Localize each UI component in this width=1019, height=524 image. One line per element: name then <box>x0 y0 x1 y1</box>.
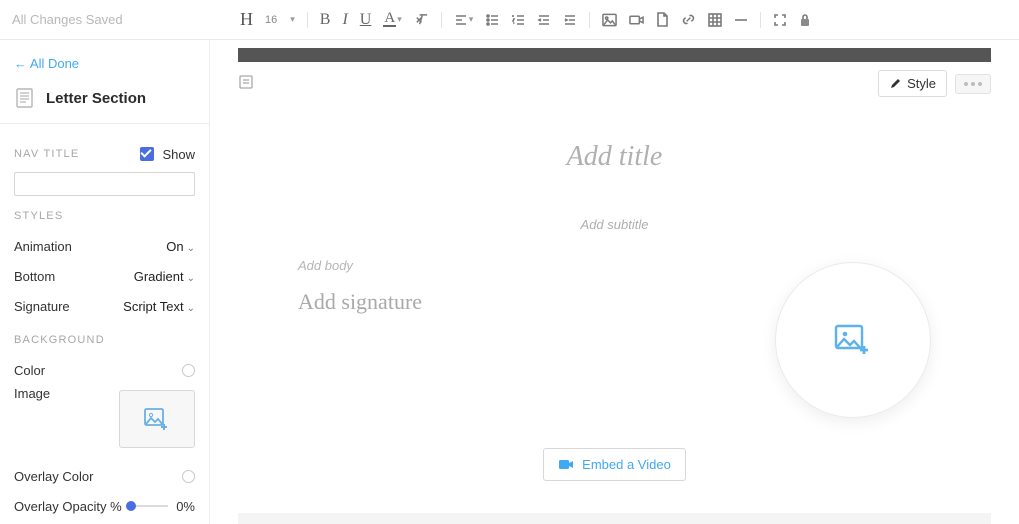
signature-label: Signature <box>14 299 70 314</box>
bullet-list-button[interactable] <box>485 13 499 27</box>
more-menu-button[interactable] <box>955 74 991 94</box>
bottom-label: Bottom <box>14 269 55 284</box>
color-swatch-empty <box>182 470 195 483</box>
signature-value: Script Text <box>123 299 183 314</box>
link-button[interactable] <box>681 12 696 27</box>
pencil-icon <box>889 78 901 90</box>
sidebar: ← All Done Letter Section NAV TITLE Show <box>0 40 210 524</box>
bold-button[interactable]: B <box>320 11 331 29</box>
add-image-icon <box>143 407 171 431</box>
body-placeholder[interactable]: Add body <box>298 258 735 273</box>
toolbar: H 16 ▾ B I U A▾ ▾ <box>210 9 1019 30</box>
video-icon <box>558 458 574 471</box>
bg-color-label: Color <box>14 363 45 378</box>
editor-area[interactable]: Style Add title Add subtitle Add body Ad… <box>210 40 1019 524</box>
bg-color-picker[interactable]: Color <box>14 356 195 384</box>
animation-select[interactable]: Animation On ⌄ <box>14 232 195 260</box>
bg-image-picker[interactable] <box>119 390 195 448</box>
overlay-color-label: Overlay Color <box>14 469 93 484</box>
file-button[interactable] <box>656 12 669 27</box>
back-link[interactable]: ← All Done <box>14 50 79 77</box>
text-color-button[interactable]: A▾ <box>383 12 401 27</box>
save-status-label: All Changes Saved <box>0 12 210 27</box>
lock-button[interactable] <box>799 13 811 27</box>
indent-less-button[interactable] <box>537 13 551 27</box>
image-button[interactable] <box>602 13 617 27</box>
heading-dropdown[interactable]: H <box>240 9 253 30</box>
style-button-label: Style <box>907 76 936 91</box>
fullscreen-button[interactable] <box>773 13 787 27</box>
styles-group-label: STYLES <box>14 210 195 222</box>
slider-thumb[interactable] <box>126 501 136 511</box>
color-swatch-empty <box>182 364 195 377</box>
video-button[interactable] <box>629 13 644 27</box>
font-size-display[interactable]: 16 <box>265 14 277 26</box>
top-bar: All Changes Saved H 16 ▾ B I U A▾ ▾ <box>0 0 1019 40</box>
add-image-circle[interactable] <box>775 262 931 418</box>
toolbar-separator <box>760 12 761 28</box>
background-group-label: BACKGROUND <box>14 334 195 346</box>
slider-track[interactable] <box>126 505 169 507</box>
title-placeholder[interactable]: Add title <box>298 141 931 173</box>
underline-button[interactable]: U <box>360 11 372 29</box>
toolbar-separator <box>589 12 590 28</box>
overlay-opacity-label: Overlay Opacity % <box>14 499 122 514</box>
sidebar-scroll-area[interactable]: NAV TITLE Show STYLES Animation On ⌄ Bott… <box>0 123 209 524</box>
chevron-down-icon: ⌄ <box>187 273 195 284</box>
overlay-color-picker[interactable]: Overlay Color <box>14 462 195 490</box>
nav-title-label: NAV TITLE <box>14 148 79 160</box>
font-size-chevron-icon[interactable]: ▾ <box>290 14 295 25</box>
chevron-down-icon: ⌄ <box>187 243 195 254</box>
show-checkbox[interactable]: Show <box>140 147 195 162</box>
clear-format-button[interactable] <box>414 12 429 27</box>
horizontal-rule-button[interactable] <box>734 13 748 27</box>
toolbar-separator <box>307 12 308 28</box>
overlay-opacity-value: 0% <box>176 499 195 514</box>
add-image-icon <box>833 323 873 357</box>
chevron-down-icon: ⌄ <box>187 303 195 314</box>
signature-placeholder[interactable]: Add signature <box>298 289 735 315</box>
bg-image-label: Image <box>14 386 50 401</box>
signature-select[interactable]: Signature Script Text ⌄ <box>14 292 195 320</box>
table-button[interactable] <box>708 13 722 27</box>
embed-video-button[interactable]: Embed a Video <box>543 448 686 481</box>
embed-video-label: Embed a Video <box>582 457 671 472</box>
style-button[interactable]: Style <box>878 70 947 97</box>
nav-title-input[interactable] <box>14 172 195 196</box>
bottom-value: Gradient <box>134 269 184 284</box>
number-list-button[interactable] <box>511 13 525 27</box>
indent-more-button[interactable] <box>563 13 577 27</box>
align-button[interactable]: ▾ <box>454 13 474 27</box>
show-checkbox-label: Show <box>162 147 195 162</box>
bottom-select[interactable]: Bottom Gradient⌄ <box>14 262 195 290</box>
italic-button[interactable]: I <box>342 11 347 29</box>
note-icon[interactable] <box>238 74 254 93</box>
subtitle-placeholder[interactable]: Add subtitle <box>298 217 931 232</box>
animation-label: Animation <box>14 239 72 254</box>
overlay-opacity-slider[interactable]: Overlay Opacity % 0% <box>14 492 195 520</box>
animation-value: On <box>166 239 183 254</box>
toolbar-separator <box>441 12 442 28</box>
checkmark-icon <box>140 147 154 161</box>
section-title: Letter Section <box>46 90 146 107</box>
section-type-icon <box>14 87 36 109</box>
page-header-bar <box>238 48 991 62</box>
page-footer-shade <box>238 513 991 524</box>
